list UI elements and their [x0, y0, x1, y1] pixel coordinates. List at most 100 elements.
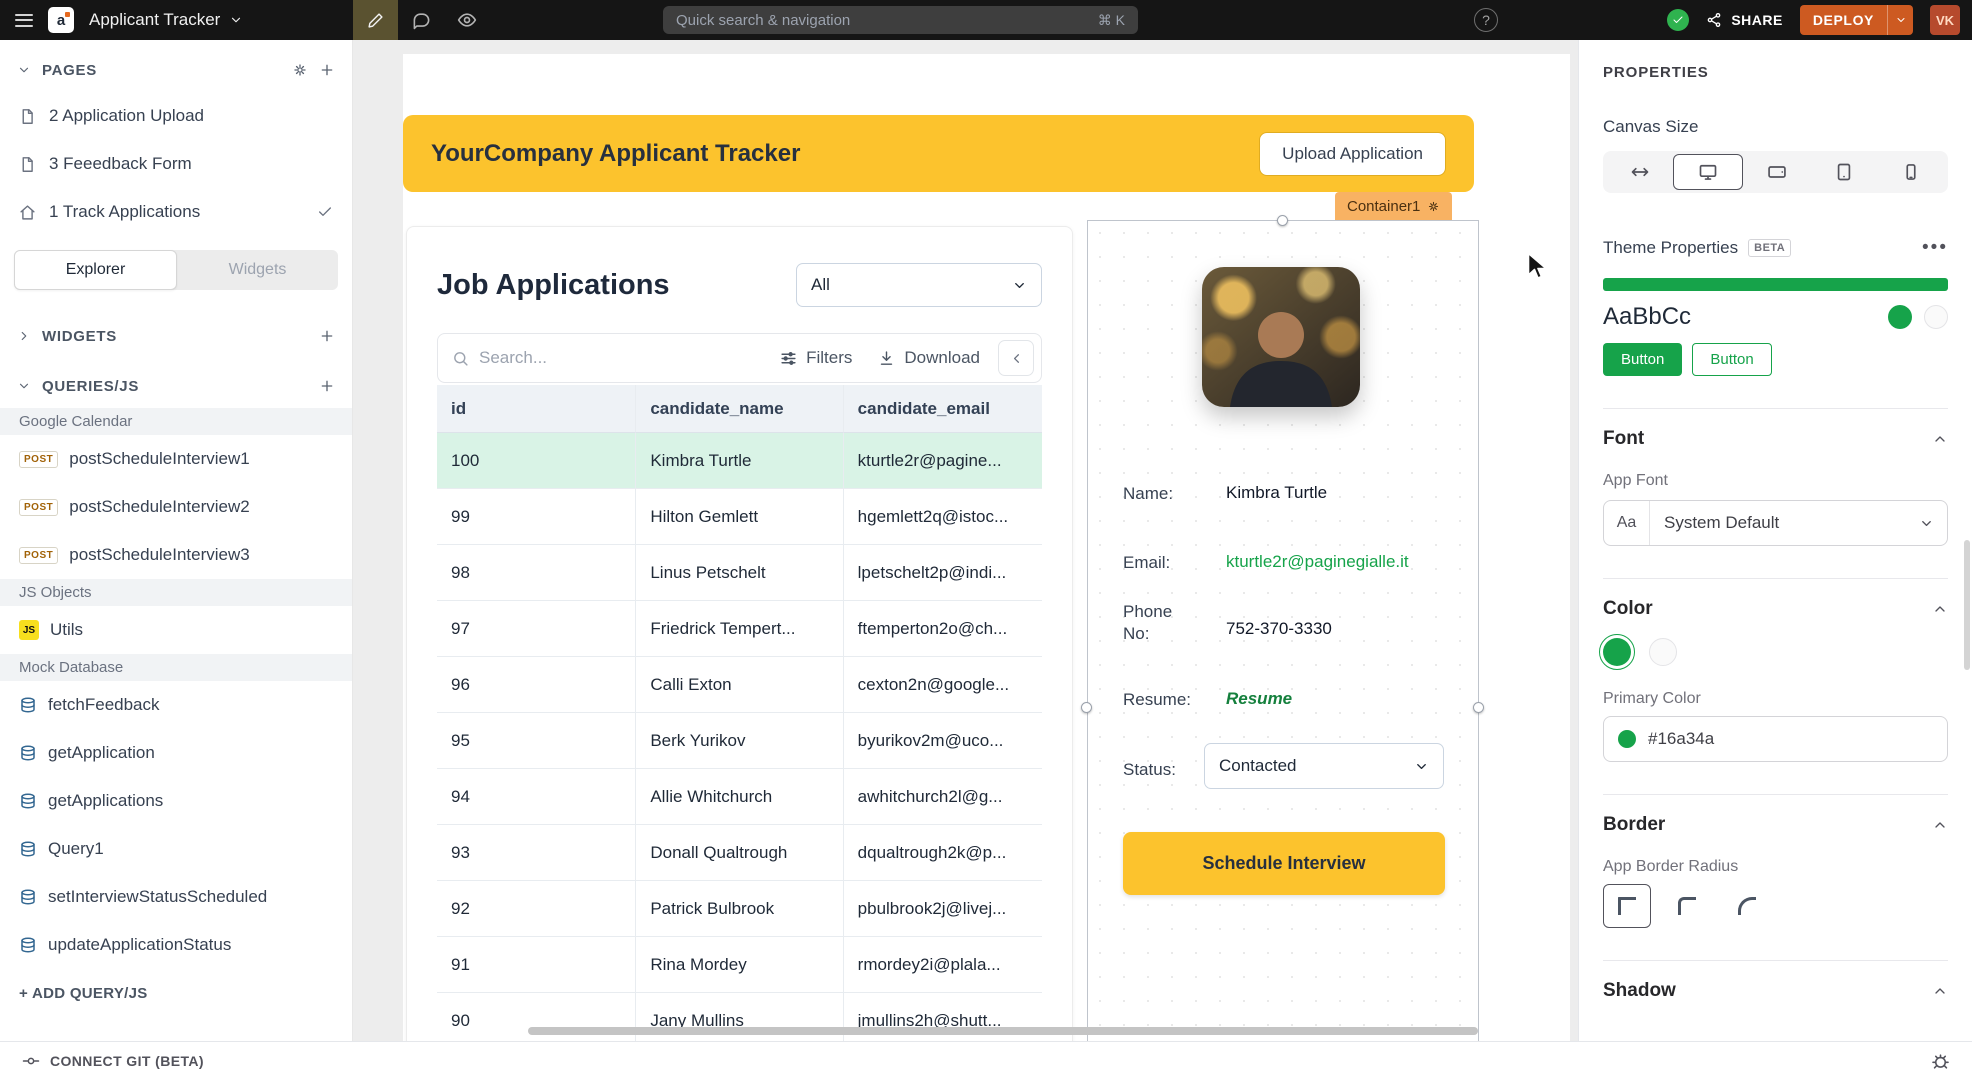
table-row[interactable]: 99 Hilton Gemlett hgemlett2q@istoc...: [437, 489, 1042, 545]
deploy-options-button[interactable]: [1887, 5, 1913, 35]
status-filter-select[interactable]: All: [796, 263, 1042, 307]
column-header-id[interactable]: id: [437, 385, 636, 433]
radius-large-button[interactable]: [1723, 884, 1771, 928]
upload-application-button[interactable]: Upload Application: [1259, 132, 1446, 176]
column-header-candidate-name[interactable]: candidate_name: [636, 385, 843, 433]
resize-handle-left[interactable]: [1081, 702, 1092, 713]
quick-search[interactable]: ⌘ K: [663, 6, 1138, 34]
gear-icon[interactable]: [1427, 200, 1440, 213]
chevron-up-icon: [1932, 431, 1948, 447]
primary-color-input[interactable]: #16a34a: [1603, 716, 1948, 762]
query-item-postScheduleInterview2[interactable]: POST postScheduleInterview2: [0, 483, 352, 531]
email-link[interactable]: kturtle2r@paginegialle.it: [1226, 552, 1409, 572]
pages-section-header[interactable]: PAGES: [0, 48, 352, 92]
table-row[interactable]: 97 Friedrick Tempert... ftemperton2o@ch.…: [437, 601, 1042, 657]
canvas-size-fluid-button[interactable]: [1606, 154, 1673, 190]
hamburger-menu-icon[interactable]: [15, 10, 33, 30]
connect-git-button[interactable]: CONNECT GIT (BETA): [22, 1052, 204, 1070]
resize-handle-right[interactable]: [1473, 702, 1484, 713]
canvas-size-desktop-button[interactable]: [1673, 154, 1742, 190]
add-page-icon[interactable]: [319, 62, 335, 78]
post-method-badge: POST: [19, 499, 58, 516]
query-item-getApplication[interactable]: getApplication: [0, 729, 352, 777]
tab-explorer[interactable]: Explorer: [14, 250, 177, 290]
table-row[interactable]: 100 Kimbra Turtle kturtle2r@pagine...: [437, 433, 1042, 489]
query-item-postScheduleInterview3[interactable]: POST postScheduleInterview3: [0, 531, 352, 579]
deploy-button[interactable]: DEPLOY: [1800, 5, 1913, 35]
add-query-icon[interactable]: [319, 378, 335, 394]
canvas-size-mobile-button[interactable]: [1878, 154, 1945, 190]
query-item-updateApplicationStatus[interactable]: updateApplicationStatus: [0, 921, 352, 969]
query-item-fetchFeedback[interactable]: fetchFeedback: [0, 681, 352, 729]
theme-options-button[interactable]: •••: [1922, 237, 1948, 259]
cell-name: Friedrick Tempert...: [636, 601, 843, 657]
sidebar-item-page-track-applications[interactable]: 1 Track Applications: [0, 188, 352, 236]
theme-secondary-button-sample[interactable]: Button: [1692, 343, 1771, 376]
status-select[interactable]: Contacted: [1204, 743, 1444, 789]
user-avatar[interactable]: VK: [1930, 5, 1960, 35]
color-section-header[interactable]: Color: [1603, 598, 1948, 620]
table-row[interactable]: 94 Allie Whitchurch awhitchurch2l@g...: [437, 769, 1042, 825]
table-search-input[interactable]: [479, 348, 754, 368]
shadow-section-header[interactable]: Shadow: [1603, 980, 1948, 1002]
border-section-header[interactable]: Border: [1603, 814, 1948, 836]
quick-search-input[interactable]: [676, 12, 1090, 29]
canvas-size-tablet-button[interactable]: [1810, 154, 1877, 190]
tab-widgets[interactable]: Widgets: [177, 250, 338, 290]
help-button[interactable]: ?: [1474, 8, 1498, 32]
preview-mode-button[interactable]: [444, 0, 490, 40]
table-row[interactable]: 98 Linus Petschelt lpetschelt2p@indi...: [437, 545, 1042, 601]
theme-primary-button-sample[interactable]: Button: [1603, 343, 1682, 376]
container1-widget[interactable]: Name: Kimbra Turtle Email: kturtle2r@pag…: [1087, 220, 1479, 1041]
download-button[interactable]: Download: [878, 348, 980, 368]
pages-header-label: PAGES: [42, 62, 281, 79]
js-object-item-utils[interactable]: JS Utils: [0, 606, 352, 654]
debug-button[interactable]: [1931, 1052, 1950, 1071]
resize-handle-top[interactable]: [1277, 215, 1288, 226]
table-row[interactable]: 92 Patrick Bulbrook pbulbrook2j@livej...: [437, 881, 1042, 937]
color-swatch-light[interactable]: [1649, 638, 1677, 666]
gear-icon[interactable]: [292, 62, 308, 78]
table-row[interactable]: 91 Rina Mordey rmordey2i@plala...: [437, 937, 1042, 993]
radius-medium-button[interactable]: [1663, 884, 1711, 928]
table-row[interactable]: 95 Berk Yurikov byurikov2m@uco...: [437, 713, 1042, 769]
chevron-down-icon: [1895, 14, 1907, 26]
column-header-candidate-email[interactable]: candidate_email: [844, 385, 1042, 433]
horizontal-scrollbar[interactable]: [528, 1027, 1478, 1035]
query-item-postScheduleInterview1[interactable]: POST postScheduleInterview1: [0, 435, 352, 483]
container1-widget-tag[interactable]: Container1: [1335, 192, 1452, 220]
schedule-interview-button[interactable]: Schedule Interview: [1123, 832, 1445, 895]
table-search[interactable]: [452, 348, 754, 368]
chevron-up-icon: [1932, 817, 1948, 833]
font-section-header[interactable]: Font: [1603, 428, 1948, 450]
panel-scrollbar[interactable]: [1964, 540, 1970, 670]
app-header-banner[interactable]: YourCompany Applicant Tracker Upload App…: [403, 115, 1474, 192]
add-widget-icon[interactable]: [319, 328, 335, 344]
resume-link[interactable]: Resume: [1226, 689, 1292, 709]
theme-color-swatch-green[interactable]: [1888, 305, 1912, 329]
radius-none-button[interactable]: [1603, 884, 1651, 928]
query-item-query1[interactable]: Query1: [0, 825, 352, 873]
add-query-button[interactable]: + ADD QUERY/JS: [0, 975, 352, 1011]
comment-mode-button[interactable]: [398, 0, 444, 40]
table-row[interactable]: 93 Donall Qualtrough dqualtrough2k@p...: [437, 825, 1042, 881]
table-row[interactable]: 96 Calli Exton cexton2n@google...: [437, 657, 1042, 713]
queries-section-header[interactable]: QUERIES/JS: [0, 368, 352, 404]
edit-mode-button[interactable]: [353, 0, 398, 40]
app-font-select[interactable]: Aa System Default: [1603, 500, 1948, 546]
query-item-getApplications[interactable]: getApplications: [0, 777, 352, 825]
app-name-menu[interactable]: Applicant Tracker: [89, 10, 243, 30]
status-value: Contacted: [1219, 756, 1297, 776]
share-button[interactable]: SHARE: [1706, 12, 1783, 28]
widgets-section-header[interactable]: WIDGETS: [0, 318, 352, 354]
connect-git-label: CONNECT GIT (BETA): [50, 1053, 204, 1069]
sidebar-item-page-feedback-form[interactable]: 3 Feeedback Form: [0, 140, 352, 188]
sidebar-item-page-application-upload[interactable]: 2 Application Upload: [0, 92, 352, 140]
theme-color-swatch-light[interactable]: [1924, 305, 1948, 329]
filters-button[interactable]: Filters: [780, 348, 852, 368]
color-swatch-green-selected[interactable]: [1603, 638, 1631, 666]
theme-font-sample: AaBbCc: [1603, 303, 1691, 331]
collapse-panel-button[interactable]: [998, 340, 1034, 376]
query-item-setInterviewStatusScheduled[interactable]: setInterviewStatusScheduled: [0, 873, 352, 921]
canvas-size-tablet-landscape-button[interactable]: [1743, 154, 1810, 190]
